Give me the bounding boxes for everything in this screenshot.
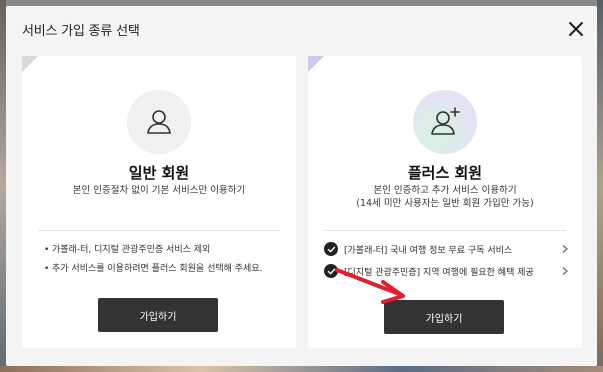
plus-avatar [413, 90, 477, 154]
background-edge-right [597, 0, 603, 372]
close-button[interactable] [567, 20, 585, 38]
benefit-item-gabolraeter[interactable]: [가볼래-터] 국내 여행 정보 무료 구독 서비스 [324, 238, 570, 260]
benefit-label: [가볼래-터] 국내 여행 정보 무료 구독 서비스 [344, 245, 513, 256]
check-circle-icon [324, 242, 338, 256]
card-corner-decoration [308, 56, 324, 72]
plus-member-card: 플러스 회원 본인 인증하고 추가 서비스 이용하기 (14세 미만 사용자는 … [308, 56, 582, 348]
general-join-button[interactable]: 가입하기 [98, 298, 218, 332]
general-card-description: 본인 인증절차 없이 기본 서비스만 이용하기 [72, 185, 246, 196]
chevron-right-icon [562, 267, 568, 275]
general-avatar [127, 90, 191, 154]
chevron-right-icon [562, 245, 568, 253]
card-corner-decoration [22, 56, 38, 72]
user-icon [147, 110, 171, 134]
plus-description-line: (14세 미만 사용자는 일반 회원 가입만 가능) [356, 198, 534, 209]
background-edge-bottom [0, 366, 603, 372]
plus-description-line: 본인 인증하고 추가 서비스 이용하기 [373, 185, 517, 196]
card-divider [324, 230, 566, 231]
annotation-arrow [335, 268, 405, 304]
card-divider [38, 230, 280, 231]
general-note: 가볼래-터, 디지털 관광주민증 서비스 제외 [44, 241, 262, 260]
general-member-card: 일반 회원 본인 인증절차 없이 기본 서비스만 이용하기 가볼래-터, 디지털… [22, 56, 296, 348]
signup-type-modal: 서비스 가입 종류 선택 일반 회원 본인 인증절차 없이 기본 서비스만 이용… [6, 6, 597, 366]
plus-join-button[interactable]: 가입하기 [384, 300, 504, 334]
general-notes-list: 가볼래-터, 디지털 관광주민증 서비스 제외 추가 서비스를 이용하려면 플러… [44, 241, 262, 279]
modal-title: 서비스 가입 종류 선택 [22, 24, 140, 39]
general-card-title: 일반 회원 [128, 164, 190, 182]
plus-card-title: 플러스 회원 [407, 164, 483, 182]
close-icon [569, 22, 583, 36]
general-note: 추가 서비스를 이용하려면 플러스 회원을 선택해 주세요. [44, 260, 262, 279]
plus-card-description: 본인 인증하고 추가 서비스 이용하기 (14세 미만 사용자는 일반 회원 가… [308, 184, 582, 210]
user-plus-icon [431, 107, 460, 135]
